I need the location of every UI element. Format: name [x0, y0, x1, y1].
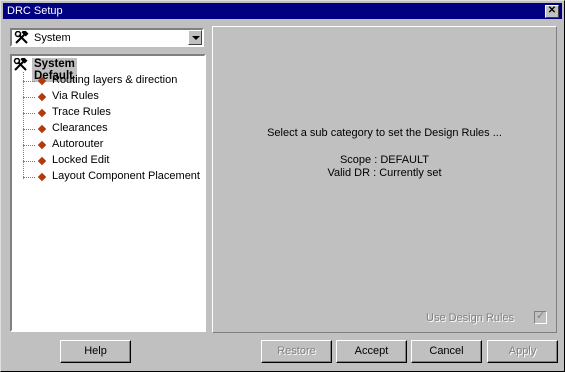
tree-item-routing-layers[interactable]: Routing layers & direction	[12, 73, 202, 89]
apply-button[interactable]: Apply	[487, 340, 558, 363]
tree-item-clearances[interactable]: Clearances	[12, 121, 202, 137]
category-dropdown[interactable]: System	[10, 28, 204, 47]
drc-setup-dialog: DRC Setup ✕ System System Default Routin…	[0, 0, 565, 372]
rules-tree[interactable]: System Default Routing layers & directio…	[10, 54, 206, 332]
tree-branch-line	[23, 113, 35, 114]
tree-branch-line	[23, 177, 35, 178]
tree-branch-line	[23, 145, 35, 146]
accept-button[interactable]: Accept	[336, 340, 407, 363]
diamond-icon	[37, 172, 47, 182]
help-button[interactable]: Help	[60, 340, 131, 363]
tree-branch-line	[23, 81, 35, 82]
tree-item-label: Clearances	[52, 122, 108, 134]
tree-item-autorouter[interactable]: Autorouter	[12, 137, 202, 153]
tree-item-label: Autorouter	[52, 138, 104, 150]
tree-item-layout-component-placement[interactable]: Layout Component Placement	[12, 169, 202, 185]
diamond-icon	[37, 124, 47, 134]
rules-detail-panel: Select a sub category to set the Design …	[212, 26, 557, 333]
tree-item-label: Trace Rules	[52, 106, 111, 118]
tree-branch-line	[23, 129, 35, 130]
use-design-rules-checkbox[interactable]	[534, 309, 547, 324]
restore-button[interactable]: Restore	[261, 340, 332, 363]
chevron-down-icon[interactable]	[188, 30, 202, 45]
tree-item-label: Layout Component Placement	[52, 170, 200, 182]
tree-branch-line	[23, 161, 35, 162]
cancel-button[interactable]: Cancel	[411, 340, 482, 363]
tree-item-via-rules[interactable]: Via Rules	[12, 89, 202, 105]
panel-prompt: Select a sub category to set the Design …	[267, 127, 502, 139]
panel-valid-dr: Valid DR : Currently set	[327, 167, 442, 179]
tree-item-label: Routing layers & direction	[52, 74, 178, 86]
use-design-rules-label: Use Design Rules	[426, 312, 515, 324]
diamond-icon	[37, 76, 47, 86]
tree-branch-line	[23, 97, 35, 98]
close-icon[interactable]: ✕	[545, 5, 559, 18]
diamond-icon	[37, 140, 47, 150]
window-title: DRC Setup	[7, 5, 63, 17]
hammer-wrench-icon	[13, 58, 28, 71]
dropdown-value: System	[34, 32, 71, 44]
tree-item-label: Locked Edit	[52, 154, 110, 166]
panel-scope: Scope : DEFAULT	[339, 154, 430, 166]
diamond-icon	[37, 108, 47, 118]
diamond-icon	[37, 156, 47, 166]
tree-item-locked-edit[interactable]: Locked Edit	[12, 153, 202, 169]
diamond-icon	[37, 92, 47, 102]
title-bar[interactable]: DRC Setup ✕	[3, 3, 562, 19]
tree-item-trace-rules[interactable]: Trace Rules	[12, 105, 202, 121]
hammer-wrench-icon	[14, 31, 29, 44]
tree-item-label: Via Rules	[52, 90, 99, 102]
